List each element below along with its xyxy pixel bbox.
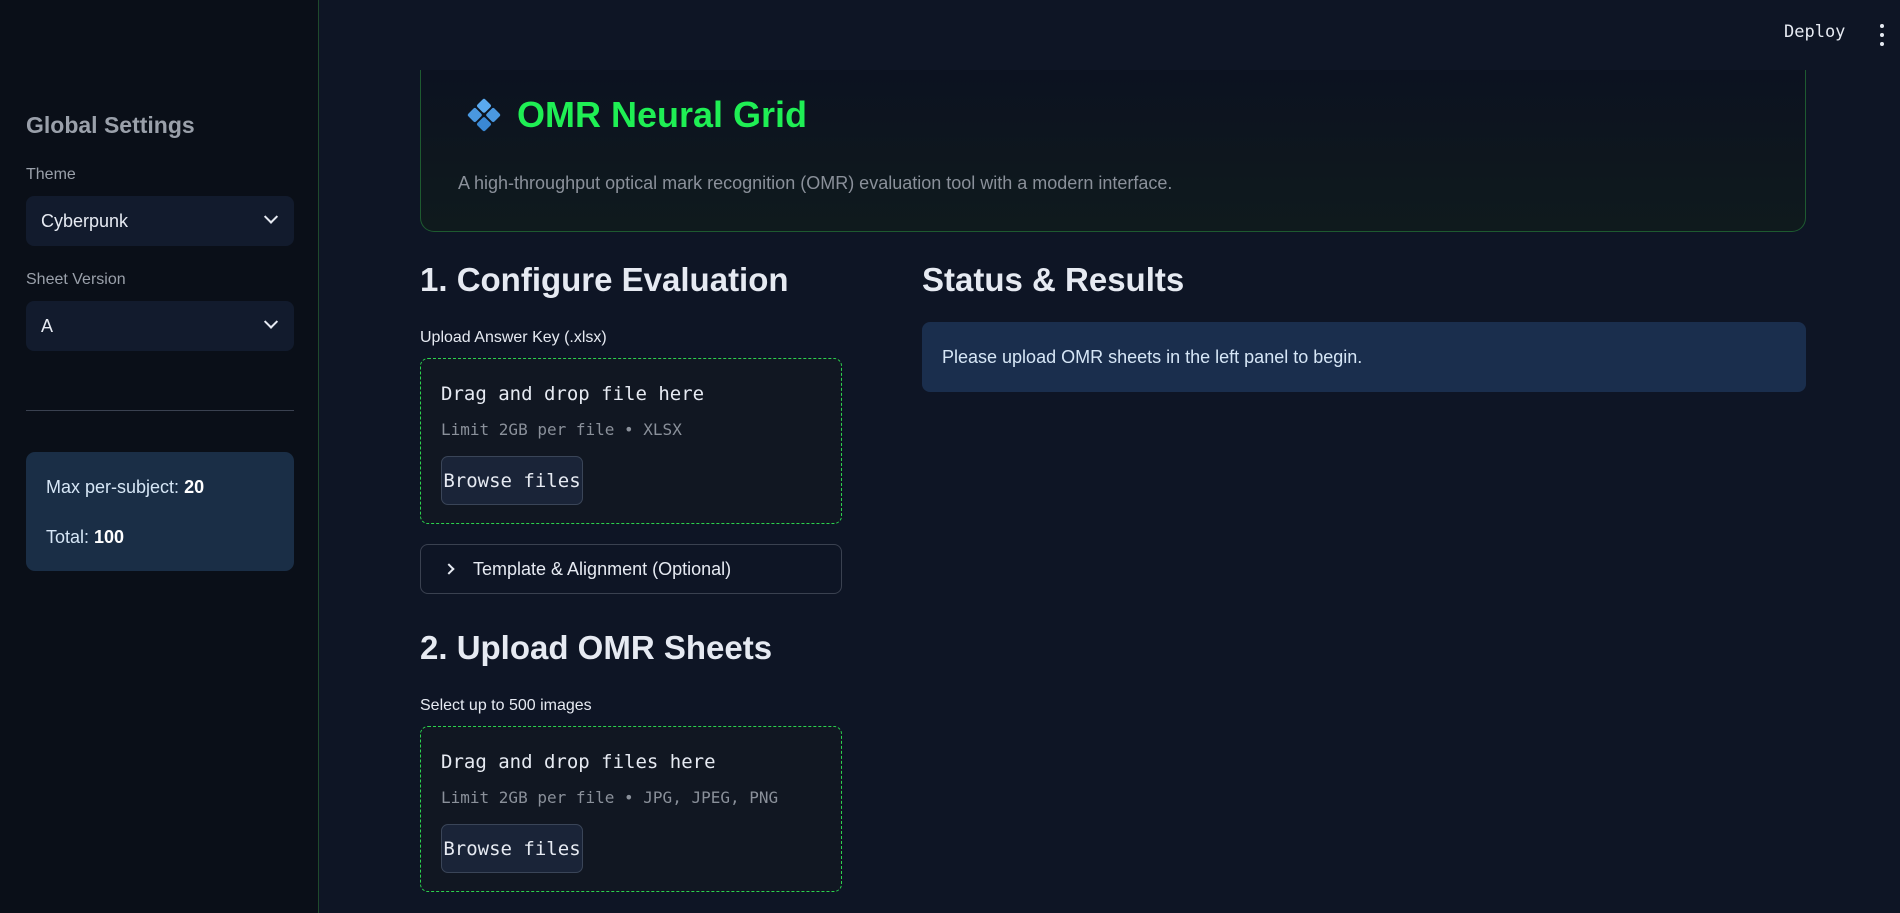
chevron-right-icon — [443, 563, 455, 575]
kebab-dot — [1880, 24, 1884, 28]
deploy-button[interactable]: Deploy — [1784, 22, 1845, 42]
answer-key-label: Upload Answer Key (.xlsx) — [420, 329, 607, 346]
dropzone-title: Drag and drop files here — [441, 751, 716, 773]
omr-sheets-dropzone[interactable]: Drag and drop files here Limit 2GB per f… — [420, 726, 842, 892]
sheet-version-select-value: A — [41, 315, 54, 336]
diamond-grid-icon — [467, 98, 501, 132]
sidebar-divider — [26, 410, 294, 411]
sidebar: Global Settings Theme Cyberpunk Sheet Ve… — [0, 0, 319, 913]
dropzone-title: Drag and drop file here — [441, 383, 705, 405]
dropzone-limit: Limit 2GB per file • JPG, JPEG, PNG — [441, 788, 779, 807]
status-message: Please upload OMR sheets in the left pan… — [942, 346, 1363, 367]
max-per-subject-label: Max per-subject: — [46, 477, 185, 497]
total-value: 100 — [94, 527, 125, 547]
expander-label: Template & Alignment (Optional) — [473, 558, 732, 579]
marks-info-box: Max per-subject: 20 Total: 100 — [26, 452, 294, 571]
max-per-subject-value: 20 — [184, 477, 205, 497]
sheet-version-select[interactable]: A — [26, 301, 294, 351]
app-root: Global Settings Theme Cyberpunk Sheet Ve… — [0, 0, 1900, 913]
chevron-down-icon — [263, 209, 279, 224]
template-alignment-expander[interactable]: Template & Alignment (Optional) — [420, 544, 842, 594]
sidebar-title: Global Settings — [26, 112, 195, 138]
browse-files-button[interactable]: Browse files — [441, 824, 583, 873]
kebab-dot — [1880, 42, 1884, 46]
chevron-down-icon — [263, 314, 279, 329]
upload-heading: 2. Upload OMR Sheets — [420, 629, 773, 666]
sheet-version-label: Sheet Version — [26, 271, 126, 288]
theme-select[interactable]: Cyberpunk — [26, 196, 294, 246]
page-title: OMR Neural Grid — [517, 94, 808, 135]
max-per-subject-row: Max per-subject: 20 — [46, 475, 274, 500]
configure-heading: 1. Configure Evaluation — [420, 261, 789, 298]
page-subtitle: A high-throughput optical mark recogniti… — [458, 173, 1173, 193]
browse-files-button[interactable]: Browse files — [441, 456, 583, 505]
theme-label: Theme — [26, 166, 76, 183]
total-label: Total: — [46, 527, 95, 547]
answer-key-dropzone[interactable]: Drag and drop file here Limit 2GB per fi… — [420, 358, 842, 524]
theme-select-value: Cyberpunk — [41, 210, 129, 231]
upload-sheets-label: Select up to 500 images — [420, 697, 592, 714]
dropzone-limit: Limit 2GB per file • XLSX — [441, 420, 682, 439]
kebab-dot — [1880, 33, 1884, 37]
status-info-box: Please upload OMR sheets in the left pan… — [922, 322, 1806, 392]
total-row: Total: 100 — [46, 525, 274, 550]
kebab-menu-icon[interactable] — [1874, 24, 1890, 46]
status-heading: Status & Results — [922, 261, 1185, 298]
